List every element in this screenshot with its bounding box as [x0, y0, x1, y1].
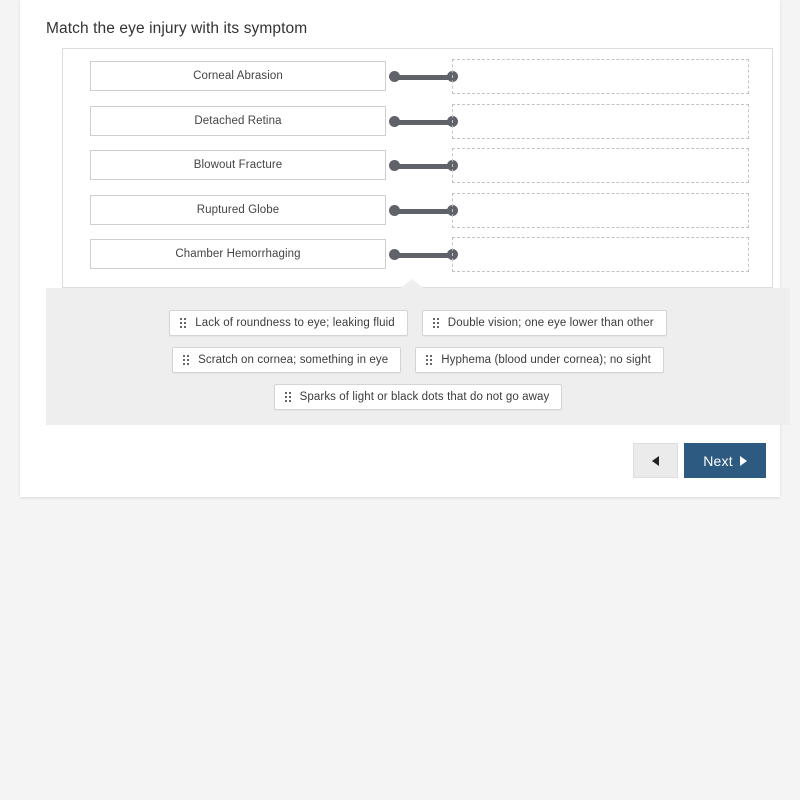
- drop-zone[interactable]: [452, 104, 749, 139]
- match-row: Corneal Abrasion: [63, 57, 772, 101]
- answer-chip-label: Sparks of light or black dots that do no…: [299, 391, 550, 403]
- next-button[interactable]: Next: [684, 443, 766, 478]
- triangle-right-icon: [739, 455, 747, 466]
- match-row: Detached Retina: [63, 102, 772, 146]
- term-label: Ruptured Globe: [196, 204, 280, 216]
- drag-handle-icon: [284, 392, 291, 402]
- connector-bar: [393, 74, 455, 80]
- next-button-label: Next: [703, 452, 733, 469]
- previous-button[interactable]: [633, 443, 678, 478]
- link-connector-icon: [389, 160, 459, 172]
- term-label: Chamber Hemorrhaging: [175, 248, 301, 260]
- answer-chip[interactable]: Sparks of light or black dots that do no…: [273, 384, 563, 410]
- answer-chip-label: Hyphema (blood under cornea); no sight: [441, 354, 651, 366]
- match-row: Ruptured Globe: [63, 191, 772, 235]
- connector-bar: [393, 208, 455, 214]
- navigation-bar: Next: [633, 443, 766, 478]
- answer-chip-label: Lack of roundness to eye; leaking fluid: [195, 317, 395, 329]
- term-label: Blowout Fracture: [193, 159, 283, 171]
- link-connector-icon: [389, 116, 459, 128]
- connector-bar: [393, 119, 455, 125]
- match-row: Chamber Hemorrhaging: [63, 235, 772, 279]
- drag-handle-icon: [183, 355, 190, 365]
- question-card: Match the eye injury with its symptom Co…: [20, 0, 790, 497]
- link-connector-icon: [389, 205, 459, 217]
- answer-chip-label: Scratch on cornea; something in eye: [198, 354, 389, 366]
- triangle-left-icon: [652, 455, 659, 466]
- drop-zone[interactable]: [452, 59, 749, 94]
- term-box[interactable]: Corneal Abrasion: [90, 61, 386, 91]
- tray-notch: [401, 279, 423, 288]
- answer-chip[interactable]: Scratch on cornea; something in eye: [172, 347, 402, 373]
- answer-chip-row: Scratch on cornea; something in eye Hyph…: [46, 347, 790, 373]
- term-box[interactable]: Ruptured Globe: [90, 195, 386, 225]
- answer-chip[interactable]: Hyphema (blood under cornea); no sight: [415, 347, 664, 373]
- link-connector-icon: [389, 249, 459, 261]
- drag-handle-icon: [432, 318, 439, 328]
- matching-panel: Corneal Abrasion Detached Retina Blowout…: [62, 48, 773, 288]
- term-box[interactable]: Chamber Hemorrhaging: [90, 239, 386, 269]
- link-connector-icon: [389, 71, 459, 83]
- answer-chip[interactable]: Lack of roundness to eye; leaking fluid: [169, 310, 408, 336]
- answer-chip-label: Double vision; one eye lower than other: [447, 317, 654, 329]
- drop-zone[interactable]: [452, 237, 749, 272]
- drop-zone[interactable]: [452, 193, 749, 228]
- term-box[interactable]: Detached Retina: [90, 106, 386, 136]
- answer-chip-row: Sparks of light or black dots that do no…: [46, 384, 790, 410]
- page-title: Match the eye injury with its symptom: [46, 20, 308, 37]
- connector-bar: [393, 163, 455, 169]
- answer-chip-row: Lack of roundness to eye; leaking fluid …: [46, 310, 790, 336]
- term-box[interactable]: Blowout Fracture: [90, 150, 386, 180]
- drag-handle-icon: [426, 355, 433, 365]
- drop-zone[interactable]: [452, 148, 749, 183]
- answer-chip[interactable]: Double vision; one eye lower than other: [421, 310, 667, 336]
- term-label: Corneal Abrasion: [193, 70, 283, 82]
- match-row: Blowout Fracture: [63, 146, 772, 190]
- term-label: Detached Retina: [194, 115, 282, 127]
- drag-handle-icon: [180, 318, 187, 328]
- connector-bar: [393, 252, 455, 258]
- answer-tray: Lack of roundness to eye; leaking fluid …: [46, 279, 790, 425]
